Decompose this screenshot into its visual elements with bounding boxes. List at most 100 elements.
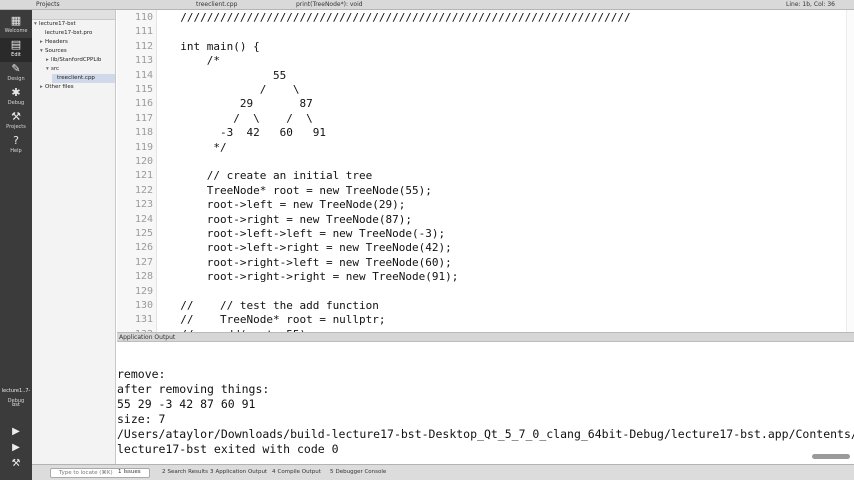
code-line[interactable]: root->left = new TreeNode(29); (167, 198, 406, 211)
status-bar: Type to locate (⌘K) 1 Issues 2 Search Resul… (32, 464, 854, 480)
application-output[interactable]: remove: after removing things: 55 29 -3 42… (117, 342, 854, 464)
line-number-gutter: 110 111 112 113 114 115 116 117 118 119 120 121 122 1… (117, 10, 157, 332)
mode-debug[interactable]: ✱ Debug (0, 86, 32, 110)
line-number: 112 (134, 40, 153, 52)
output-pane-header: Application Output (117, 332, 854, 342)
mode-edit[interactable]: ▤ Edit (0, 38, 32, 62)
project-tree-item[interactable]: ▸ Other files (40, 83, 115, 92)
project-tree-item[interactable]: ▸ Headers (40, 38, 115, 47)
output-tab-search-results[interactable]: 2 Search Results (162, 469, 208, 475)
build-icon[interactable]: ⚒ (0, 456, 32, 472)
mode-bar: ▦ Welcome ▤ Edit ✎ Design ✱ Debug ⚒ Projects? Help… (0, 10, 32, 480)
code-line[interactable]: 29 87 (167, 97, 313, 110)
code-line[interactable]: // TreeNode* root = nullptr; (167, 313, 385, 326)
kit-name: lecture1..7-bst (1, 388, 31, 408)
output-tab-number: 4 (272, 469, 276, 475)
line-number: 114 (134, 69, 153, 81)
code-line[interactable]: root->left->left = new TreeNode(-3); (167, 227, 445, 240)
project-tree-item[interactable]: lecture17-bst.pro (40, 29, 115, 38)
editor-scrollbar[interactable] (846, 10, 854, 332)
project-tree-label: Other files (45, 84, 74, 90)
line-number: 122 (134, 184, 153, 196)
code-line[interactable]: -3 42 60 91 (167, 126, 326, 139)
mode-label: Edit (11, 52, 21, 58)
project-panel-header (32, 10, 115, 20)
locator-placeholder: Type to locate (⌘K) (59, 470, 113, 476)
open-file-label[interactable]: treeclient.cpp (196, 1, 237, 8)
project-tree-item[interactable]: treeclient.cpp (52, 74, 115, 83)
run-icon[interactable]: ▶ (0, 424, 32, 440)
line-number: 124 (134, 213, 153, 225)
grid-icon: ▦ (10, 14, 22, 27)
output-tab-debugger-console[interactable]: 5 Debugger Console (330, 469, 386, 475)
project-tree-item[interactable]: ▸ lib/StanfordCPPLib (46, 56, 115, 65)
code-line[interactable]: root->right = new TreeNode(87); (167, 213, 412, 226)
project-tree-label: lib/StanfordCPPLib (51, 57, 102, 63)
project-tree-label: treeclient.cpp (57, 75, 95, 81)
project-tree-item[interactable]: ▾ lecture17-bst (34, 20, 115, 29)
bug-icon: ✱ (11, 86, 21, 99)
line-number: 130 (134, 300, 153, 311)
code-line[interactable]: /* (167, 54, 220, 67)
mode-label: Welcome (4, 28, 28, 34)
output-tab-number: 3 (210, 469, 214, 475)
code-line[interactable]: / \ / \ (167, 112, 312, 125)
output-tab-label: Issues (123, 469, 141, 475)
code-line[interactable]: ////////////////////////////////////////… (167, 11, 630, 24)
mode-label: Debug (7, 100, 25, 106)
output-tab-number: 2 (162, 469, 166, 475)
output-scrollbar[interactable] (812, 454, 850, 459)
output-tab-label: Debugger Console (335, 469, 387, 475)
line-number: 119 (134, 141, 153, 153)
line-number: 125 (134, 228, 153, 239)
line-number: 120 (134, 156, 153, 167)
code-line[interactable]: / \ (167, 83, 300, 96)
line-number: 121 (134, 170, 153, 182)
mode-design[interactable]: ✎ Design (0, 62, 32, 86)
output-line: size: 7 (117, 412, 166, 426)
line-number: 117 (134, 112, 153, 124)
output-line: after removing things: (117, 382, 270, 396)
project-tree-item[interactable]: ▾ Sources (40, 47, 115, 56)
output-tab-label: Application Output (215, 469, 268, 475)
kit-build-label: Debug (7, 398, 25, 404)
function-label[interactable]: print(TreeNode*): void (296, 1, 363, 8)
code-line[interactable]: int main() { (167, 40, 259, 53)
code-line[interactable]: 55 (167, 69, 286, 82)
debug-run-icon[interactable]: ▶ (0, 440, 32, 456)
code-line[interactable]: root->right->right = new TreeNode(91); (167, 270, 459, 283)
top-bar: Projects treeclient.cpp print(TreeNode*)… (0, 0, 854, 10)
help-icon: ? (13, 134, 19, 147)
project-tree-label: lecture17-bst.pro (45, 30, 93, 36)
line-number: 128 (134, 271, 153, 283)
output-tab-application-output[interactable]: 3 Application Output (210, 469, 267, 475)
projects-label[interactable]: Projects (36, 1, 60, 8)
output-line: 55 29 -3 42 87 60 91 (117, 397, 256, 411)
mode-help[interactable]: ? Help (0, 134, 32, 158)
mode-projects[interactable]: ⚒ Projects (0, 110, 32, 134)
line-number: 131 (134, 314, 153, 326)
output-tab-label: Search Results (167, 469, 209, 475)
kit-selector[interactable]: lecture1..7-bst Debug (0, 384, 32, 408)
output-tab-number: 1 (118, 469, 122, 475)
code-editor[interactable]: 110 111 112 113 114 115 116 117 118 119 120 121 122 1… (117, 10, 854, 332)
project-tree-label: Headers (45, 39, 68, 45)
output-tab-compile-output[interactable]: 4 Compile Output (272, 469, 321, 475)
code-line[interactable]: // // test the add function (167, 299, 379, 312)
line-number: 129 (134, 285, 153, 297)
code-line[interactable]: */ (167, 141, 226, 154)
code-line[interactable]: TreeNode* root = new TreeNode(55); (167, 184, 432, 197)
code-line[interactable]: root->left->right = new TreeNode(42); (167, 241, 452, 254)
project-tree-item[interactable]: ▾ src (46, 65, 115, 74)
line-number: 126 (134, 242, 153, 254)
line-number: 116 (134, 98, 153, 110)
output-line: remove: (117, 367, 166, 381)
edit-icon: ▤ (10, 38, 22, 51)
code-line[interactable]: root->right->left = new TreeNode(60); (167, 256, 452, 269)
output-tab-label: Compile Output (277, 469, 321, 475)
code-line[interactable]: // create an initial tree (167, 169, 373, 182)
output-line: /Users/ataylor/Downloads/build-lecture17… (117, 427, 854, 441)
output-tab-issues[interactable]: 1 Issues (118, 469, 141, 475)
line-number: 115 (134, 84, 153, 95)
mode-welcome[interactable]: ▦ Welcome (0, 14, 32, 38)
